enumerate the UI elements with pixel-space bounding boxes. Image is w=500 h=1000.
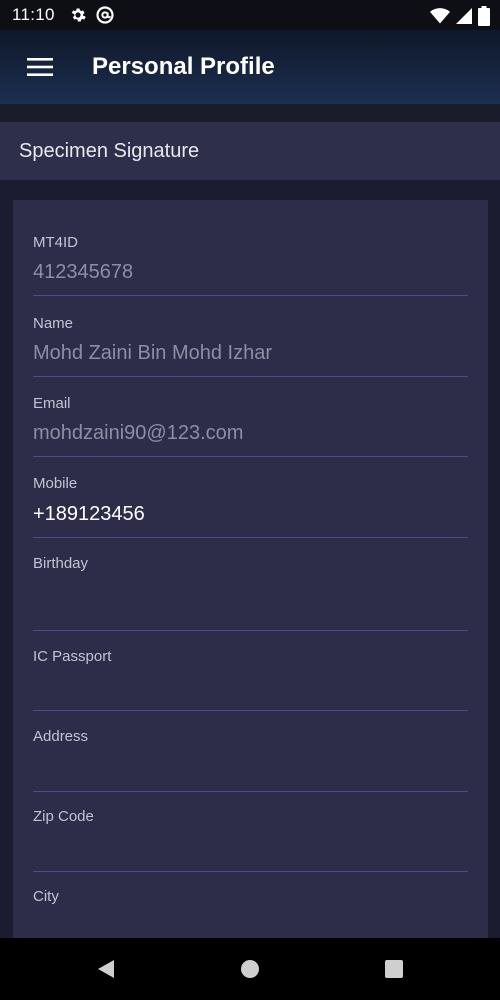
profile-form-card: MT4ID 412345678 Name Mohd Zaini Bin Mohd…: [13, 200, 488, 960]
signal-icon: [456, 7, 472, 30]
field-value: 412345678: [33, 261, 134, 283]
field-label: Email: [33, 395, 71, 412]
back-icon[interactable]: [34, 938, 178, 1000]
divider-band: [0, 104, 500, 122]
field-label: Mobile: [33, 475, 78, 492]
zip-code-field[interactable]: Zip Code: [33, 802, 468, 872]
field-value: mohdzaini90@123.com: [33, 422, 244, 444]
field-label: Name: [33, 315, 74, 332]
name-field[interactable]: Name Mohd Zaini Bin Mohd Izhar: [33, 307, 468, 377]
mobile-field[interactable]: Mobile +189123456: [33, 468, 468, 538]
field-label: Birthday: [33, 555, 89, 572]
status-bar: 11:10: [0, 0, 500, 30]
page-title: Personal Profile: [92, 53, 275, 80]
system-nav-bar: [0, 938, 500, 1000]
mt4id-field[interactable]: MT4ID 412345678: [33, 226, 468, 296]
field-label: Address: [33, 728, 89, 745]
field-value: +189123456: [33, 503, 145, 525]
battery-icon: [478, 6, 490, 31]
field-label: MT4ID: [33, 234, 78, 251]
status-time: 11:10: [12, 5, 55, 24]
gear-icon: [69, 6, 87, 24]
section-title: Specimen Signature: [19, 139, 200, 162]
wifi-icon: [430, 7, 450, 30]
recents-icon[interactable]: [322, 938, 466, 1000]
app-bar: Personal Profile: [0, 30, 500, 104]
status-right-icons: [430, 6, 490, 31]
field-label: Zip Code: [33, 808, 94, 825]
home-icon[interactable]: [178, 938, 322, 1000]
hamburger-menu-icon[interactable]: [0, 30, 80, 104]
birthday-field[interactable]: Birthday: [33, 548, 468, 631]
field-label: City: [33, 888, 59, 905]
field-label: IC Passport: [33, 648, 112, 665]
address-field[interactable]: Address: [33, 722, 468, 792]
ic-passport-field[interactable]: IC Passport: [33, 642, 468, 711]
specimen-signature-header[interactable]: Specimen Signature: [0, 122, 500, 180]
email-field[interactable]: Email mohdzaini90@123.com: [33, 387, 468, 457]
at-sign-icon: [95, 5, 115, 25]
field-value: Mohd Zaini Bin Mohd Izhar: [33, 342, 273, 364]
